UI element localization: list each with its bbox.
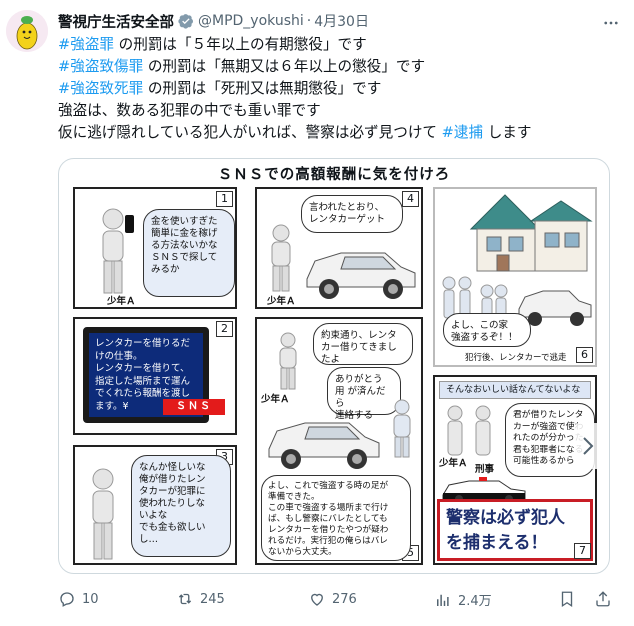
panel-number: 1 [216, 191, 233, 207]
people-figures [447, 405, 491, 456]
account-handle[interactable]: @MPD_yokushi [198, 13, 304, 29]
retweet-count: 245 [200, 591, 225, 607]
thought-banner: そんなおいしい話なんてないよな [439, 381, 591, 399]
tweet-actions: 10 245 276 2.4万 [58, 590, 624, 612]
tweet-line-text: の刑罰は「５年以上の有期懲役」です [114, 36, 367, 53]
person-figure [279, 332, 297, 390]
more-icon[interactable] [602, 14, 620, 36]
speech-bubble: 言われたとおり、 レンタカーゲット [301, 195, 403, 233]
share-button[interactable] [594, 590, 612, 608]
reply-icon [60, 592, 74, 607]
panel-number: 2 [216, 321, 233, 337]
tweet-date[interactable]: 4月30日 [314, 11, 369, 31]
tweet-text: #強盗罪 の刑罰は「５年以上の有期懲役」です #強盗致傷罪 の刑罰は「無期又は６… [58, 34, 624, 144]
panel-number: 6 [576, 347, 593, 363]
tweet-line-text: 仮に逃げ隠れしている犯人がいれば、警察は必ず見つけて [58, 124, 442, 141]
separator-dot: · [306, 13, 312, 29]
media-image[interactable]: ＳＮＳでの高額報酬に気を付けろ 1 金を使いすぎた 簡単に金を稼げ る方法ないか… [58, 158, 610, 574]
character-label: 少年Ａ [267, 296, 296, 307]
view-count: 2.4万 [458, 594, 492, 609]
views-button[interactable]: 2.4万 [434, 590, 492, 609]
views-icon [437, 594, 449, 606]
hashtag-link[interactable]: #逮捕 [442, 124, 483, 141]
sns-banner: ＳＮＳ [163, 399, 225, 415]
speech-bubble: なんか怪しいな 俺が借りたレン タカーが犯罪に 使われたりしな いよな でも金も… [131, 455, 231, 557]
bookmark-icon [561, 591, 573, 608]
comic-panel-7: そんなおいしい話なんてないよな 少年Ａ 刑事 君が借りたレンタ カーが強盗で使わ… [433, 375, 597, 565]
like-icon [311, 593, 323, 606]
like-count: 276 [332, 591, 357, 607]
character-label: 少年Ａ [261, 394, 290, 405]
panel-number: 7 [574, 543, 591, 559]
comic-panel-3: 3 なんか怪しいな 俺が借りたレン タカーが犯罪に 使われたりしな いよな でも… [73, 445, 237, 565]
speech-bubble: 約束通り、レンタ カー借りてきまし たよ [313, 323, 413, 365]
bookmark-button[interactable] [558, 590, 576, 608]
tweet-line: 強盗は、数ある犯罪の中でも重い罪です [58, 100, 624, 122]
retweet-icon [178, 593, 192, 605]
car-illustration [306, 252, 416, 299]
person-figure [271, 224, 291, 292]
tweet-line: #強盗致傷罪 の刑罰は「無期又は６年以上の懲役」です [58, 56, 624, 78]
hashtag-link[interactable]: #強盗致死罪 [58, 80, 143, 97]
hashtag-link[interactable]: #強盗罪 [58, 36, 114, 53]
character-label: 刑事 [475, 464, 495, 475]
tweet-line: 仮に逃げ隠れしている犯人がいれば、警察は必ず見つけて #逮捕 します [58, 122, 624, 144]
avatar[interactable] [6, 10, 48, 52]
like-button[interactable]: 276 [308, 590, 357, 608]
reply-button[interactable]: 10 [58, 590, 99, 608]
person-figure [92, 468, 114, 560]
house-illustration [469, 194, 593, 272]
tweet-line-text: の刑罰は「無期又は６年以上の懲役」です [143, 58, 426, 75]
comic-panel-2: 2 レンタカーを借りるだ けの仕事。 レンタカーを借りて、 指定した場所まで運ん… [73, 317, 237, 435]
police-message: 警察は必ず犯人 を捕まえる！ [437, 499, 593, 561]
comic-panel-4: 4 言われたとおり、 レンタカーゲット 少年Ａ [255, 187, 423, 309]
speech-bubble: よし、これで強盗する時の足が 準備できた。 この車で強盗する場所まで行け ば、も… [261, 475, 411, 561]
person-figure [393, 399, 411, 458]
tweet-line: #強盗致死罪 の刑罰は「死刑又は無期懲役」です [58, 78, 624, 100]
speech-bubble: 金を使いすぎた 簡単に金を稼げ る方法ないかな ＳＮＳで探して みるか [143, 209, 235, 297]
retweet-button[interactable]: 245 [176, 590, 225, 608]
hashtag-link[interactable]: #強盗致傷罪 [58, 58, 143, 75]
comic-panel-5: 5 約束通り、レンタ カー借りてきまし たよ 少年Ａ ありがとう 用 が済んだら… [255, 317, 423, 565]
account-name[interactable]: 警視庁生活安全部 [58, 11, 174, 32]
comic-panel-6: 6 よし、この家 強盗するぞ！！ 犯行後、レンタカーで逃走 [433, 187, 597, 367]
person-figure [102, 208, 134, 294]
speech-bubble: よし、この家 強盗するぞ！！ [443, 313, 531, 347]
tweet-line-text: します [483, 124, 532, 141]
car-illustration [268, 422, 380, 469]
character-label: 少年Ａ [107, 296, 136, 307]
panel-caption: 犯行後、レンタカーで逃走 [465, 353, 567, 363]
tweet-line: #強盗罪 の刑罰は「５年以上の有期懲役」です [58, 34, 624, 56]
verified-icon [178, 13, 194, 29]
share-icon [596, 591, 610, 607]
reply-count: 10 [82, 591, 99, 607]
manga-title: ＳＮＳでの高額報酬に気を付けろ [217, 167, 451, 183]
tweet-header: 警視庁生活安全部 @MPD_yokushi · 4月30日 [58, 10, 628, 32]
next-image-button[interactable] [575, 423, 601, 469]
tweet-line-text: 強盗は、数ある犯罪の中でも重い罪です [58, 102, 321, 119]
comic-panel-1: 1 金を使いすぎた 簡単に金を稼げ る方法ないかな ＳＮＳで探して みるか 少年… [73, 187, 237, 309]
tweet-line-text: の刑罰は「死刑又は無期懲役」です [143, 80, 382, 97]
chevron-right-icon [583, 437, 594, 455]
panel-number: 4 [402, 191, 419, 207]
character-label: 少年Ａ [439, 458, 468, 469]
